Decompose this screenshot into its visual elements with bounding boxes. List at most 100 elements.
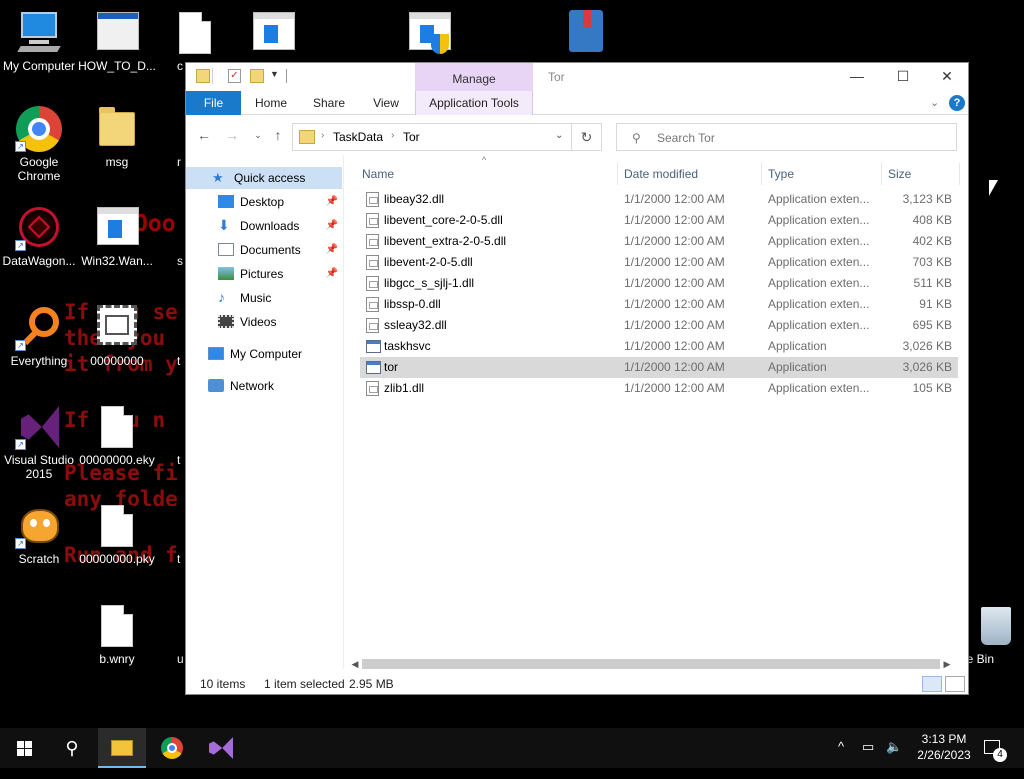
file-size: 3,123 KB [902,192,952,206]
chevron-down-icon[interactable]: ⌄ [930,96,939,109]
nav-item-desktop[interactable]: Desktop 📌 [186,191,342,213]
file-type: Application exten... [768,255,870,269]
column-header-date-modified[interactable]: Date modified [618,163,762,185]
desktop-icon-label: b.wnry [99,652,135,666]
tab-manage[interactable]: Manage [415,63,533,91]
scroll-right-icon[interactable]: ▶ [940,657,954,671]
minimize-button[interactable]: — [834,63,880,91]
tab-home[interactable]: Home [246,91,296,115]
nav-item-network[interactable]: Network [186,375,342,397]
help-icon[interactable]: ? [949,95,965,111]
close-button[interactable]: ✕ [924,63,970,91]
desktop-icon-label: Visual Studio 2015 [4,453,74,481]
tab-view[interactable]: View [361,91,411,115]
desktop-icon-visual-studio[interactable]: ↗ Visual Studio 2015 [0,404,78,481]
file-row-ssleay32[interactable]: ssleay32.dll 1/1/2000 12:00 AM Applicati… [360,315,958,336]
network-icon[interactable]: ▭ [862,739,874,779]
taskbar-chrome[interactable] [148,728,196,768]
new-folder-icon[interactable] [250,69,264,83]
start-icon [17,741,24,748]
chevron-down-icon[interactable]: ▼ [270,69,279,87]
action-center-button[interactable]: 4 [980,738,1010,778]
file-row-libevent-core[interactable]: libevent_core-2-0-5.dll 1/1/2000 12:00 A… [360,210,958,231]
large-icons-view-icon[interactable] [945,676,965,692]
nav-item-music[interactable]: ♪ Music [186,287,342,309]
desktop-icon-how-to-decrypt[interactable]: HOW_TO_D... [78,10,156,73]
file-row-libevent-extra[interactable]: libevent_extra-2-0-5.dll 1/1/2000 12:00 … [360,231,958,252]
application-icon [366,361,381,374]
desktop-icon-label: Win32.Wan... [81,254,153,268]
show-hidden-icons-button[interactable]: ^ [838,739,844,779]
chrome-icon: ↗ [15,106,63,152]
nav-item-videos[interactable]: Videos [186,311,342,333]
properties-icon[interactable]: ✓ [228,69,241,83]
taskbar-visual-studio[interactable] [197,728,245,768]
maximize-button[interactable]: ☐ [880,63,926,91]
file-row-tor[interactable]: tor 1/1/2000 12:00 AM Application 3,026 … [360,357,958,378]
desktop-icon-datawagon[interactable]: ↗ DataWagon... [0,205,78,268]
start-button[interactable] [0,728,48,768]
file-row-libgcc[interactable]: libgcc_s_sjlj-1.dll 1/1/2000 12:00 AM Ap… [360,273,958,294]
desktop-icon-00000000-pky[interactable]: 00000000.pky [78,503,156,566]
desktop-icon-app[interactable] [234,10,312,59]
desktop-icon-label: Everything [10,354,68,368]
refresh-button[interactable]: ↻ [572,123,602,151]
desktop-icon-msg[interactable]: msg [78,106,156,169]
back-button[interactable]: ← [194,125,214,145]
desktop-icon-00000000-eky[interactable]: 00000000.eky [78,404,156,467]
desktop-icon-win32-wannacry[interactable]: Win32.Wan... [78,205,156,268]
nav-item-pictures[interactable]: Pictures 📌 [186,263,342,285]
volume-icon[interactable]: 🔈 [886,739,902,779]
search-button[interactable]: ⚲ [48,728,96,768]
file-row-zlib1[interactable]: zlib1.dll 1/1/2000 12:00 AM Application … [360,378,958,399]
clock[interactable]: 3:13 PM 2/26/2023 [916,731,972,771]
details-view-icon[interactable] [922,676,942,692]
recent-locations-button[interactable]: ⌄ [248,125,268,145]
breadcrumb-taskdata[interactable]: TaskData [333,130,383,144]
desktop-icon-my-computer[interactable]: My Computer [0,10,78,73]
pin-icon[interactable]: 📌 [326,215,338,237]
file-row-libevent[interactable]: libevent-2-0-5.dll 1/1/2000 12:00 AM App… [360,252,958,273]
desktop-icon-scratch[interactable]: ↗ Scratch [0,503,78,566]
file-type: Application exten... [768,318,870,332]
desktop-icon-book[interactable] [546,10,624,59]
tab-share[interactable]: Share [304,91,354,115]
scrollbar-thumb[interactable] [362,659,940,669]
divider [286,69,287,83]
window-icon [93,10,141,56]
forward-button[interactable]: → [222,125,242,145]
nav-item-downloads[interactable]: ⬇ Downloads 📌 [186,215,342,237]
nav-item-quick-access[interactable]: ★ Quick access [186,167,342,189]
tab-application-tools[interactable]: Application Tools [415,91,533,115]
address-bar[interactable]: › TaskData › Tor ⌄ [292,123,572,151]
desktop-icon-everything[interactable]: ↗ Everything [0,305,78,368]
desktop-icon-installer[interactable] [390,10,468,59]
column-header-type[interactable]: Type [762,163,882,185]
desktop-icon-00000000[interactable]: 00000000 [78,305,156,368]
breadcrumb-tor[interactable]: Tor [403,130,420,144]
tab-file[interactable]: File [186,91,241,115]
search-input[interactable]: Search Tor [616,123,957,151]
taskbar-file-explorer[interactable] [98,728,146,768]
pin-icon[interactable]: 📌 [326,239,338,261]
desktop-icon-b-wnry[interactable]: b.wnry [78,603,156,666]
horizontal-scrollbar[interactable]: ◀ ▶ [346,656,956,672]
dll-file-icon [366,255,379,270]
column-header-size[interactable]: Size [882,163,960,185]
pin-icon[interactable]: 📌 [326,263,338,285]
pin-icon[interactable]: 📌 [326,191,338,213]
chevron-down-icon[interactable]: ⌄ [555,130,563,141]
nav-item-my-computer[interactable]: My Computer [186,343,342,365]
file-row-libssp[interactable]: libssp-0.dll 1/1/2000 12:00 AM Applicati… [360,294,958,315]
file-row-taskhsvc[interactable]: taskhsvc 1/1/2000 12:00 AM Application 3… [360,336,958,357]
desktop-icon-label: 00000000 [90,354,144,368]
nav-item-documents[interactable]: Documents 📌 [186,239,342,261]
title-bar[interactable]: ✓ ▼ Manage Tor — ☐ ✕ [186,63,968,91]
scroll-left-icon[interactable]: ◀ [348,657,362,671]
nav-item-label: Videos [240,315,277,329]
file-row-libeay32[interactable]: libeay32.dll 1/1/2000 12:00 AM Applicati… [360,189,958,210]
window-icon [249,10,297,56]
desktop-icon-google-chrome[interactable]: ↗ Google Chrome [0,106,78,183]
up-button[interactable]: ↑ [268,125,288,145]
column-header-name[interactable]: Name [356,163,618,185]
